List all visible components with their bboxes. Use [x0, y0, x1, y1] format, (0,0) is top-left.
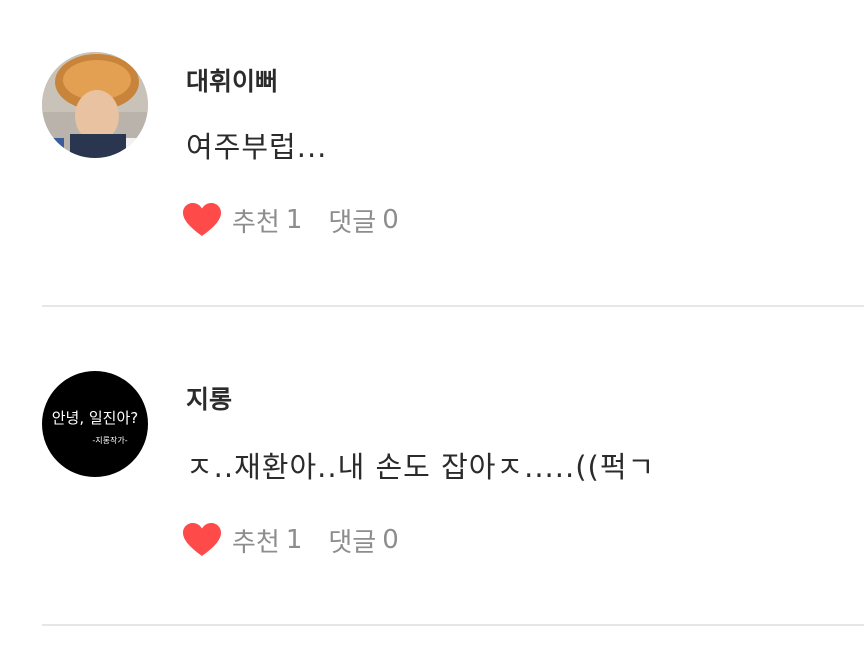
reply-label: 댓글	[328, 527, 377, 558]
divider	[42, 305, 864, 307]
comment-actions: 추천 1 댓글 0	[182, 520, 399, 560]
comment-username[interactable]: 지롱	[186, 380, 232, 416]
like-count: 1	[285, 525, 303, 555]
reply-count: 0	[382, 525, 399, 555]
comment-item: 안녕, 일진아? -지롱작가- 지롱 ㅈ..재환아..내 손도 잡아ㅈ.....…	[0, 0, 864, 558]
heart-icon[interactable]	[182, 522, 222, 558]
comment-list: 대휘이뻐 여주부럽... 추천 1 댓글 0 안녕, 일진아? -지롱작가- 지…	[0, 0, 864, 648]
divider	[42, 624, 864, 626]
avatar[interactable]: 안녕, 일진아? -지롱작가-	[42, 371, 148, 477]
like-label: 추천	[232, 527, 280, 558]
avatar-logo-subtext: -지롱작가-	[92, 435, 127, 445]
text-logo-avatar-icon: 안녕, 일진아? -지롱작가-	[42, 371, 148, 477]
avatar-logo-text: 안녕, 일진아?	[52, 409, 139, 427]
comment-text: ㅈ..재환아..내 손도 잡아ㅈ.....((퍽ㄱ	[186, 450, 656, 484]
reply-button[interactable]: 댓글 0	[328, 522, 398, 559]
like-button[interactable]: 추천 1	[182, 522, 328, 559]
